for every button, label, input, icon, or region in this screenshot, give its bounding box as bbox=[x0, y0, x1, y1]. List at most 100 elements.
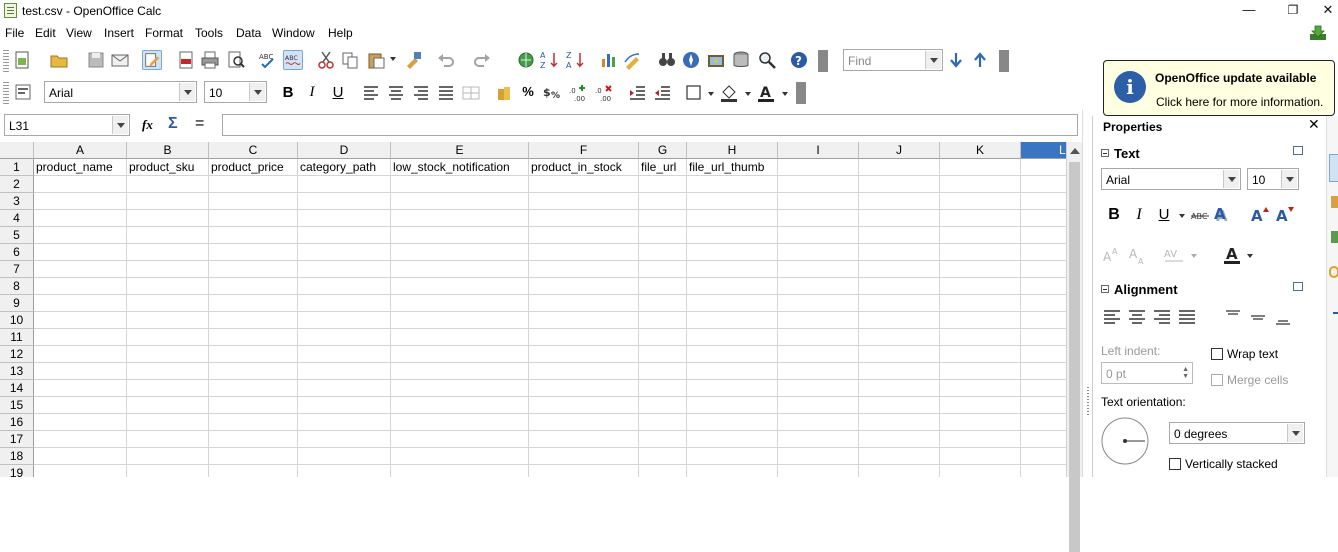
cell[interactable] bbox=[940, 176, 1021, 193]
cell[interactable] bbox=[127, 312, 209, 329]
row-header[interactable]: 4 bbox=[0, 210, 34, 227]
cell[interactable] bbox=[778, 465, 859, 477]
cell[interactable] bbox=[778, 261, 859, 278]
align-left-icon[interactable] bbox=[361, 83, 381, 103]
cell[interactable]: category_path bbox=[298, 159, 391, 176]
spacing-dropdown-icon[interactable] bbox=[1191, 254, 1197, 258]
cell[interactable] bbox=[940, 448, 1021, 465]
cell[interactable] bbox=[687, 329, 778, 346]
cell[interactable]: product_in_stock bbox=[529, 159, 639, 176]
cell[interactable] bbox=[127, 465, 209, 477]
cell[interactable] bbox=[209, 431, 298, 448]
cell[interactable] bbox=[34, 261, 127, 278]
column-header[interactable]: D bbox=[298, 142, 391, 159]
autospellcheck-icon[interactable]: ABC bbox=[283, 50, 303, 70]
sort-descending-icon[interactable]: ZA bbox=[566, 50, 586, 70]
cell[interactable] bbox=[859, 244, 940, 261]
cell[interactable] bbox=[639, 346, 687, 363]
cell[interactable] bbox=[34, 312, 127, 329]
cell[interactable] bbox=[127, 329, 209, 346]
cell[interactable] bbox=[34, 448, 127, 465]
cell[interactable] bbox=[639, 227, 687, 244]
cell[interactable] bbox=[34, 210, 127, 227]
cell[interactable] bbox=[391, 380, 529, 397]
select-all-corner[interactable] bbox=[0, 142, 34, 159]
cell[interactable] bbox=[209, 210, 298, 227]
vertical-scrollbar[interactable] bbox=[1066, 142, 1082, 552]
navigator-icon[interactable] bbox=[681, 50, 701, 70]
sidebar-align-center-icon[interactable] bbox=[1126, 306, 1148, 328]
cell[interactable] bbox=[940, 380, 1021, 397]
cell[interactable] bbox=[687, 210, 778, 227]
cell[interactable] bbox=[298, 329, 391, 346]
row-header[interactable]: 18 bbox=[0, 448, 34, 465]
cell[interactable] bbox=[529, 193, 639, 210]
align-bottom-icon[interactable] bbox=[1272, 306, 1294, 328]
cell[interactable] bbox=[529, 312, 639, 329]
notification-title[interactable]: OpenOffice update available bbox=[1155, 71, 1316, 85]
cell[interactable] bbox=[639, 278, 687, 295]
cell[interactable] bbox=[687, 278, 778, 295]
cell[interactable] bbox=[391, 261, 529, 278]
cell[interactable] bbox=[298, 397, 391, 414]
cell[interactable] bbox=[298, 465, 391, 477]
cell[interactable] bbox=[940, 397, 1021, 414]
italic-button[interactable]: I bbox=[302, 84, 322, 101]
orientation-degrees-value[interactable]: 0 degrees bbox=[1174, 427, 1227, 441]
align-right-icon[interactable] bbox=[411, 83, 431, 103]
cell[interactable] bbox=[529, 210, 639, 227]
styles-formatting-icon[interactable] bbox=[13, 82, 33, 102]
cell[interactable] bbox=[859, 465, 940, 477]
cell[interactable] bbox=[391, 465, 529, 477]
column-header[interactable]: F bbox=[529, 142, 639, 159]
cell[interactable] bbox=[940, 346, 1021, 363]
spin-arrows-icon[interactable]: ▲ ▼ bbox=[1182, 366, 1189, 380]
sidebar-underline-button[interactable]: U bbox=[1153, 204, 1175, 226]
cell[interactable] bbox=[391, 448, 529, 465]
cell[interactable] bbox=[529, 380, 639, 397]
sidebar-font-size-value[interactable]: 10 bbox=[1252, 173, 1265, 187]
cell[interactable] bbox=[127, 176, 209, 193]
justify-icon[interactable] bbox=[436, 83, 456, 103]
functions-tab-icon[interactable] bbox=[1333, 312, 1338, 314]
cell[interactable] bbox=[859, 414, 940, 431]
hyperlink-icon[interactable] bbox=[516, 50, 536, 70]
bold-button[interactable]: B bbox=[278, 84, 298, 101]
cell[interactable] bbox=[778, 414, 859, 431]
cell[interactable] bbox=[391, 176, 529, 193]
cell[interactable] bbox=[529, 346, 639, 363]
cell[interactable] bbox=[34, 465, 127, 477]
superscript-icon[interactable]: AA bbox=[1101, 244, 1123, 266]
cell[interactable] bbox=[778, 448, 859, 465]
cell[interactable] bbox=[778, 210, 859, 227]
cell[interactable] bbox=[687, 261, 778, 278]
chevron-down-icon[interactable] bbox=[249, 83, 265, 101]
sidebar-justify-icon[interactable] bbox=[1176, 306, 1198, 328]
cell[interactable] bbox=[778, 176, 859, 193]
cell[interactable] bbox=[778, 227, 859, 244]
cell[interactable]: product_sku bbox=[127, 159, 209, 176]
cell[interactable] bbox=[859, 176, 940, 193]
cell[interactable] bbox=[298, 346, 391, 363]
email-icon[interactable] bbox=[110, 50, 130, 70]
borders-icon[interactable] bbox=[684, 83, 704, 103]
name-box-dropdown[interactable] bbox=[111, 115, 129, 135]
insert-chart-icon[interactable] bbox=[599, 50, 619, 70]
row-header[interactable]: 9 bbox=[0, 295, 34, 312]
cell[interactable] bbox=[529, 227, 639, 244]
cell[interactable]: product_name bbox=[34, 159, 127, 176]
delete-decimal-icon[interactable]: .0.00 bbox=[594, 83, 614, 103]
cell[interactable] bbox=[639, 397, 687, 414]
cell[interactable] bbox=[940, 414, 1021, 431]
cell[interactable] bbox=[298, 210, 391, 227]
cell[interactable] bbox=[209, 312, 298, 329]
cell[interactable] bbox=[209, 227, 298, 244]
vertically-stacked-checkbox[interactable] bbox=[1169, 458, 1181, 470]
cell[interactable] bbox=[127, 210, 209, 227]
cell[interactable] bbox=[859, 193, 940, 210]
cell[interactable] bbox=[391, 431, 529, 448]
font-size-value[interactable]: 10 bbox=[209, 86, 222, 100]
character-spacing-icon[interactable]: AV bbox=[1163, 244, 1185, 266]
paste-dropdown-icon[interactable] bbox=[390, 57, 396, 61]
cell[interactable] bbox=[529, 363, 639, 380]
